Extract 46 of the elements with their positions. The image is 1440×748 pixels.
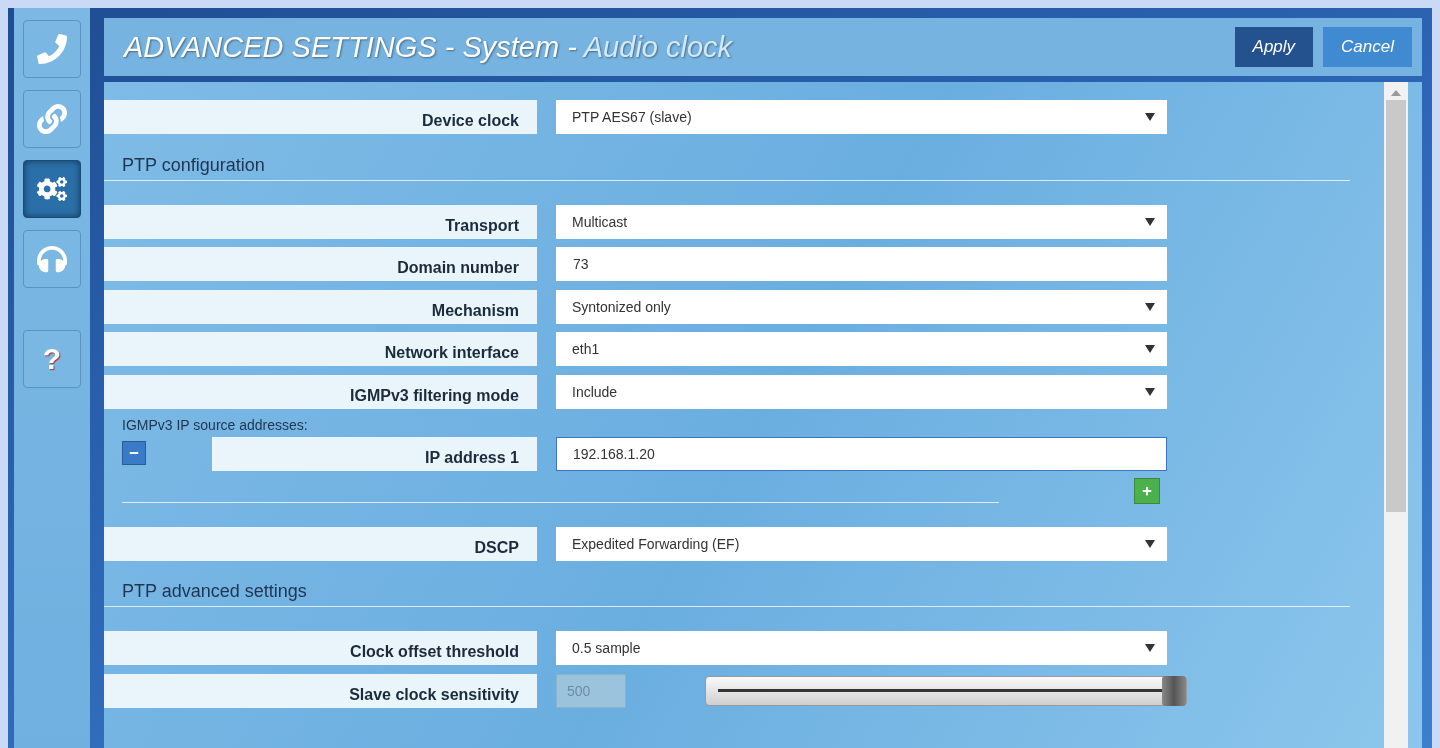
field-label: Transport	[104, 204, 537, 239]
input-field[interactable]: 192.168.1.20	[556, 437, 1167, 471]
field-label: Domain number	[104, 247, 537, 281]
scrollbar-thumb[interactable]	[1386, 100, 1406, 512]
field-label: IGMPv3 filtering mode	[104, 374, 537, 409]
dropdown[interactable]: PTP AES67 (slave)	[556, 100, 1167, 134]
dropdown[interactable]: Multicast	[556, 204, 1167, 239]
field-label: Device clock	[104, 100, 537, 134]
add-button[interactable]	[1134, 477, 1160, 504]
caret-icon	[1145, 345, 1155, 353]
section-heading: PTP advanced settings	[104, 569, 1350, 607]
dropdown[interactable]: 0.5 sample	[556, 631, 1167, 665]
list-label: IGMPv3 IP source addresses:	[121, 417, 309, 433]
caret-icon	[1145, 387, 1155, 396]
caret-icon	[1145, 644, 1155, 652]
page-title: ADVANCED SETTINGS - System - Audio clock	[124, 30, 734, 64]
field-label: IP address 1	[212, 437, 537, 471]
caret-icon	[1145, 302, 1155, 311]
dropdown[interactable]: Expedited Forwarding (EF)	[556, 526, 1167, 561]
apply-button[interactable]: Apply	[1234, 27, 1314, 67]
field-label: Mechanism	[104, 289, 537, 324]
dropdown[interactable]: Include	[556, 374, 1167, 409]
dropdown[interactable]: eth1	[556, 332, 1167, 366]
dropdown[interactable]: Syntonized only	[556, 289, 1167, 324]
section-heading: PTP configuration	[104, 142, 1350, 181]
remove-button[interactable]	[122, 441, 146, 465]
input-field: 500	[556, 673, 626, 708]
slider[interactable]	[705, 675, 1187, 706]
caret-icon	[1145, 539, 1155, 548]
scrollbar[interactable]	[1384, 82, 1408, 748]
caret-icon	[1145, 217, 1155, 226]
nav-button[interactable]	[23, 160, 81, 218]
caret-icon	[1145, 113, 1155, 121]
field-label: Network interface	[104, 332, 537, 366]
phone-icon	[37, 34, 67, 64]
cancel-button[interactable]: Cancel	[1323, 27, 1412, 67]
field-label: Slave clock sensitivity	[104, 673, 537, 708]
headphones-icon	[37, 244, 67, 274]
link-icon	[37, 104, 67, 134]
slider-thumb[interactable]	[1162, 675, 1186, 706]
gears-icon	[37, 174, 67, 204]
field-label: Clock offset threshold	[104, 631, 537, 665]
field-label: DSCP	[104, 526, 537, 561]
up-arrow-icon[interactable]	[1391, 88, 1401, 96]
plus-icon	[1142, 485, 1152, 496]
input-field[interactable]: 73	[556, 247, 1167, 281]
